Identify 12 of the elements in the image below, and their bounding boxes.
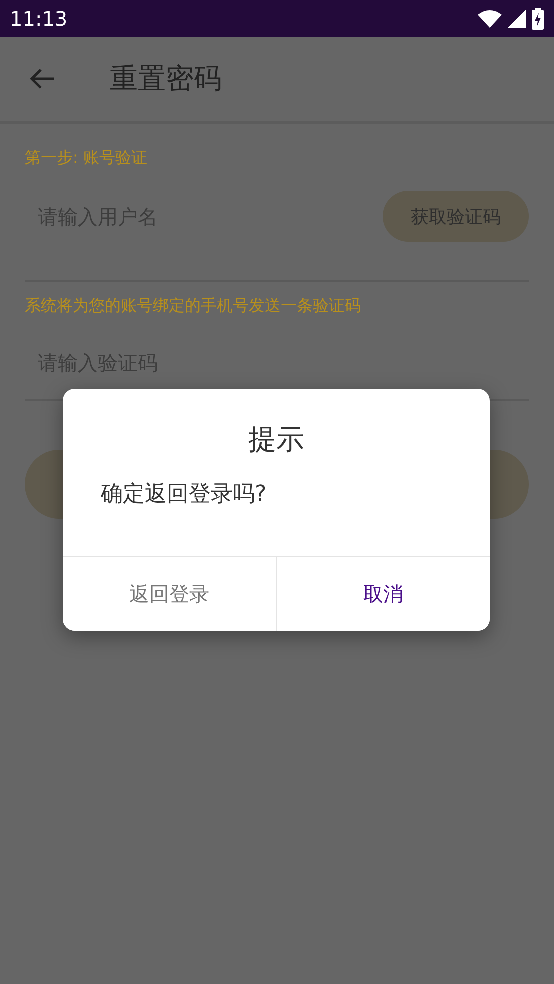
status-time: 11:13: [10, 6, 68, 30]
battery-icon: [532, 8, 544, 30]
dialog-message: 确定返回登录吗?: [101, 481, 268, 509]
dialog-button[interactable]: 返回登录: [63, 557, 276, 631]
dialog-button[interactable]: 取消: [276, 557, 490, 631]
signal-icon: [508, 10, 526, 28]
back-icon[interactable]: [28, 67, 56, 91]
wifi-icon: [478, 10, 502, 28]
page-title: 重置密码: [110, 61, 222, 97]
step-label: 第一步: 账号验证: [25, 148, 148, 169]
dialog-title: 提示: [248, 422, 306, 458]
sms-hint: 系统将为您的账号绑定的手机号发送一条验证码: [25, 296, 362, 317]
